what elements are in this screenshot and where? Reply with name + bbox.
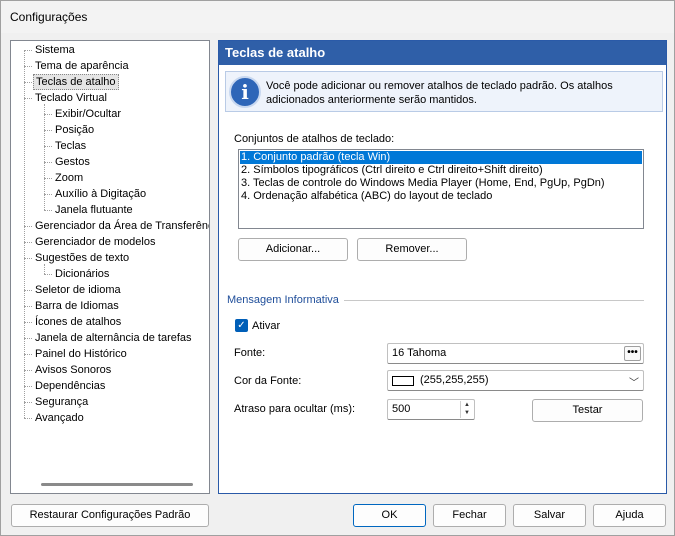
tree-connector xyxy=(24,386,32,387)
tree-item[interactable]: Dependências xyxy=(33,378,107,394)
spin-up-icon[interactable]: ▲ xyxy=(461,401,473,409)
tree-item[interactable]: Painel do Histórico xyxy=(33,346,129,362)
font-value: 16 Tahoma xyxy=(392,347,447,359)
tree-connector xyxy=(44,130,52,131)
tree-connector xyxy=(44,104,45,210)
restore-defaults-button[interactable]: Restaurar Configurações Padrão xyxy=(11,504,209,527)
tree-item[interactable]: Auxílio à Digitação xyxy=(53,186,148,202)
spin-buttons[interactable]: ▲ ▼ xyxy=(460,401,473,418)
tree-item[interactable]: Sugestões de texto xyxy=(33,250,131,266)
shortcut-set-item[interactable]: 2. Símbolos tipográficos (Ctrl direito e… xyxy=(240,164,642,177)
test-button[interactable]: Testar xyxy=(532,399,643,422)
tree-item[interactable]: Ícones de atalhos xyxy=(33,314,123,330)
tree-connector xyxy=(24,306,32,307)
settings-window: Configurações Sistema Tema de aparência Te… xyxy=(0,0,675,536)
window-title: Configurações xyxy=(10,10,88,24)
tree-connector xyxy=(24,98,32,99)
info-box: i Você pode adicionar ou remover atalhos… xyxy=(225,71,663,112)
font-color-value: (255,255,255) xyxy=(420,374,489,386)
save-button[interactable]: Salvar xyxy=(513,504,586,527)
tree-item[interactable]: Teclas xyxy=(53,138,88,154)
tree-item[interactable]: Segurança xyxy=(33,394,90,410)
tree-connector xyxy=(24,290,32,291)
font-field[interactable]: 16 Tahoma ••• xyxy=(387,343,644,364)
tree-connector xyxy=(24,258,32,259)
tree-item[interactable]: Gestos xyxy=(53,154,92,170)
close-button[interactable]: Fechar xyxy=(433,504,506,527)
chevron-down-icon: ﹀ xyxy=(629,378,639,389)
shortcut-sets-list[interactable]: 1. Conjunto padrão (tecla Win) 2. Símbolo… xyxy=(238,149,644,229)
tree-item[interactable]: Seletor de idioma xyxy=(33,282,123,298)
tree-connector xyxy=(24,82,32,83)
delay-label: Atraso para ocultar (ms): xyxy=(234,403,356,415)
tree-item[interactable]: Janela flutuante xyxy=(53,202,135,218)
enable-label: Ativar xyxy=(252,320,281,332)
spin-down-icon[interactable]: ▼ xyxy=(461,409,473,417)
font-color-select[interactable]: (255,255,255) ﹀ xyxy=(387,370,644,391)
tree-connector xyxy=(24,226,32,227)
tree-item[interactable]: Avançado xyxy=(33,410,86,426)
info-icon: i xyxy=(229,76,261,108)
tree-item[interactable]: Gerenciador da Área de Transferênc xyxy=(33,218,209,234)
tree-connector xyxy=(24,50,32,51)
font-color-label: Cor da Fonte: xyxy=(234,375,302,387)
tree-connector xyxy=(24,354,32,355)
remove-button[interactable]: Remover... xyxy=(357,238,467,261)
tree-item[interactable]: Zoom xyxy=(53,170,85,186)
tree-item[interactable]: Exibir/Ocultar xyxy=(53,106,123,122)
tree-connector xyxy=(44,264,45,274)
enable-checkbox[interactable]: ✓ xyxy=(235,319,248,332)
shortcut-set-item[interactable]: 4. Ordenação alfabética (ABC) do layout … xyxy=(240,190,642,203)
font-label: Fonte: xyxy=(234,347,266,359)
tree-item[interactable]: Tema de aparência xyxy=(33,58,131,74)
tree-connector xyxy=(44,194,52,195)
tree-connector xyxy=(24,66,32,67)
tree-connector xyxy=(24,370,32,371)
tree-connector xyxy=(44,274,52,275)
content-panel: Teclas de atalho i Você pode adicionar o… xyxy=(218,40,667,494)
tree-item[interactable]: Gerenciador de modelos xyxy=(33,234,157,250)
tree-connector xyxy=(24,242,32,243)
tree-item[interactable]: Sistema xyxy=(33,42,77,58)
tree-connector xyxy=(24,338,32,339)
group-divider xyxy=(344,300,644,301)
tree-connector xyxy=(24,402,32,403)
tree-connector xyxy=(44,114,52,115)
title-bar: Configurações xyxy=(1,1,674,33)
color-swatch xyxy=(392,376,414,386)
tree-item[interactable]: Teclas de atalho xyxy=(33,74,119,90)
delay-value: 500 xyxy=(392,403,411,415)
tree-item[interactable]: Dicionários xyxy=(53,266,111,282)
add-button[interactable]: Adicionar... xyxy=(238,238,348,261)
sets-label: Conjuntos de atalhos de teclado: xyxy=(234,133,395,145)
tree-connector xyxy=(24,418,32,419)
horizontal-scrollbar[interactable] xyxy=(41,483,193,486)
info-text: Você pode adicionar ou remover atalhos d… xyxy=(266,80,613,106)
tree-connector xyxy=(44,210,52,211)
shortcut-set-item[interactable]: 3. Teclas de controle do Windows Media P… xyxy=(240,177,642,190)
help-button[interactable]: Ajuda xyxy=(593,504,666,527)
tree-connector xyxy=(44,178,52,179)
tree-connector xyxy=(24,50,25,418)
settings-tree[interactable]: Sistema Tema de aparência Teclas de atalho… xyxy=(10,40,210,494)
tree-item[interactable]: Avisos Sonoros xyxy=(33,362,113,378)
tree-item[interactable]: Janela de alternância de tarefas xyxy=(33,330,194,346)
panel-header: Teclas de atalho xyxy=(219,41,666,65)
delay-stepper[interactable]: 500 ▲ ▼ xyxy=(387,399,475,420)
tree-connector xyxy=(44,146,52,147)
group-title: Mensagem Informativa xyxy=(227,294,339,306)
tree-item[interactable]: Posição xyxy=(53,122,96,138)
tree-item[interactable]: Barra de Idiomas xyxy=(33,298,121,314)
ok-button[interactable]: OK xyxy=(353,504,426,527)
font-picker-button[interactable]: ••• xyxy=(624,346,641,361)
tree-connector xyxy=(24,322,32,323)
tree-connector xyxy=(44,162,52,163)
shortcut-set-item[interactable]: 1. Conjunto padrão (tecla Win) xyxy=(240,151,642,164)
